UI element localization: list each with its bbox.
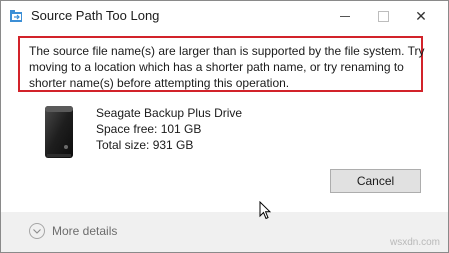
watermark-text: wsxdn.com bbox=[390, 237, 441, 248]
explorer-copy-icon bbox=[10, 10, 22, 22]
drive-space-free: Space free: 101 GB bbox=[96, 122, 202, 136]
maximize-icon bbox=[377, 11, 389, 22]
more-details-label: More details bbox=[52, 224, 118, 238]
close-button[interactable]: ✕ bbox=[403, 1, 439, 32]
maximize-button[interactable] bbox=[365, 1, 401, 32]
more-details-toggle[interactable]: More details bbox=[29, 223, 117, 239]
window-title: Source Path Too Long bbox=[31, 8, 160, 23]
dialog-footer: More details bbox=[1, 213, 448, 252]
mouse-cursor-icon bbox=[259, 201, 271, 220]
drive-total-size: Total size: 931 GB bbox=[96, 138, 194, 152]
close-icon: ✕ bbox=[415, 8, 427, 24]
error-message-line: shorter name(s) before attempting this o… bbox=[29, 76, 290, 90]
cancel-button[interactable]: Cancel bbox=[330, 169, 421, 193]
source-path-too-long-dialog: Source Path Too Long ✕ The source file n… bbox=[0, 0, 449, 253]
error-message-line: The source file name(s) are larger than … bbox=[29, 44, 425, 58]
drive-info: Seagate Backup Plus Drive Space free: 10… bbox=[96, 105, 242, 153]
error-message: The source file name(s) are larger than … bbox=[18, 36, 425, 92]
minimize-icon bbox=[340, 16, 350, 17]
title-bar[interactable]: Source Path Too Long ✕ bbox=[1, 1, 448, 32]
minimize-button[interactable] bbox=[327, 1, 363, 32]
drive-name: Seagate Backup Plus Drive bbox=[96, 106, 243, 120]
error-message-line: moving to a location which has a shorter… bbox=[29, 60, 404, 74]
external-hard-drive-icon bbox=[45, 106, 73, 158]
chevron-down-icon bbox=[29, 223, 45, 239]
